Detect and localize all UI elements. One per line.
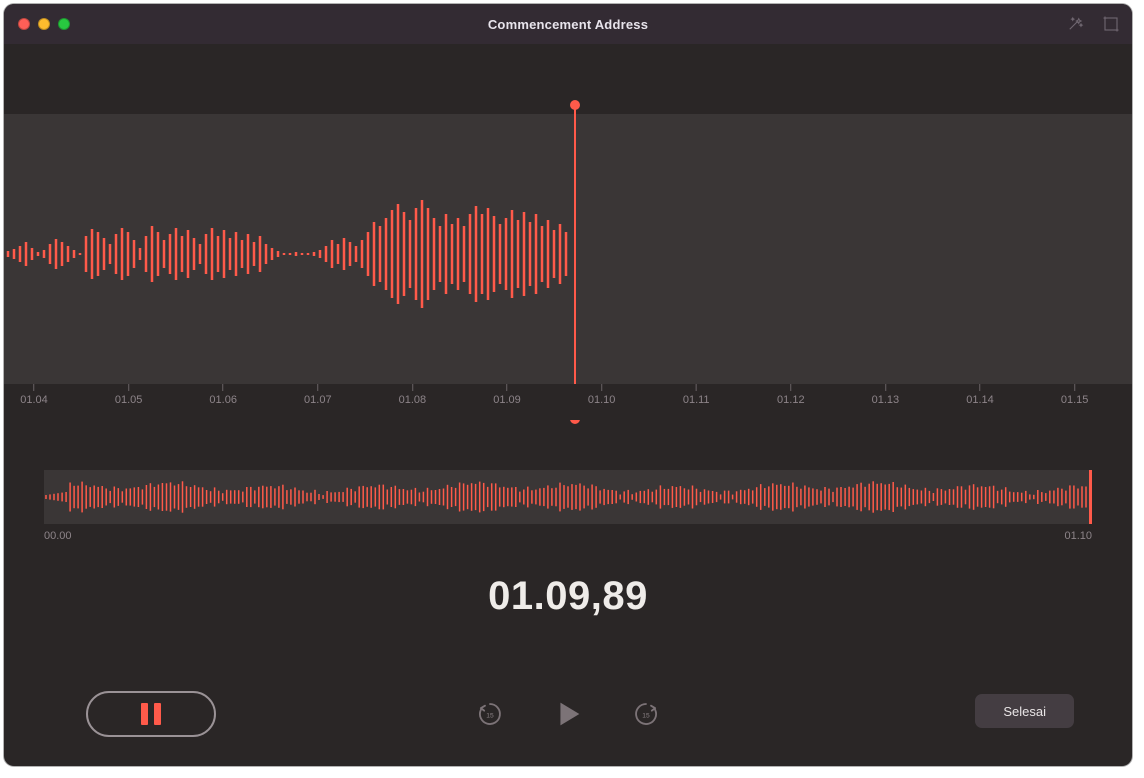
maximize-button[interactable] bbox=[58, 18, 70, 30]
current-time: 01.09,89 bbox=[4, 574, 1132, 619]
enhance-icon[interactable] bbox=[1064, 13, 1086, 35]
timeline-ruler[interactable]: 01.04 01.05 01.06 01.07 01.08 01.09 01.10 01.11… bbox=[4, 384, 1132, 420]
ruler-tick: 01.05 bbox=[115, 384, 143, 406]
ruler-tick: 01.12 bbox=[777, 384, 805, 406]
close-button[interactable] bbox=[18, 18, 30, 30]
app-window: Commencement Address bbox=[4, 4, 1132, 766]
controls-bar: 15 15 Selesai bbox=[4, 684, 1132, 744]
overview-cursor[interactable] bbox=[1089, 470, 1092, 524]
skip-back-button[interactable]: 15 bbox=[472, 696, 508, 732]
titlebar: Commencement Address bbox=[4, 4, 1132, 44]
play-button[interactable] bbox=[546, 692, 590, 736]
done-button[interactable]: Selesai bbox=[975, 694, 1074, 728]
overview-start-label: 00.00 bbox=[44, 530, 72, 542]
ruler-tick: 01.10 bbox=[588, 384, 616, 406]
skip-forward-button[interactable]: 15 bbox=[628, 696, 664, 732]
ruler-tick: 01.08 bbox=[399, 384, 427, 406]
pause-record-button[interactable] bbox=[86, 691, 216, 737]
ruler-tick: 01.09 bbox=[493, 384, 521, 406]
skip-back-seconds: 15 bbox=[486, 712, 494, 719]
trim-icon[interactable] bbox=[1100, 13, 1122, 35]
ruler-tick: 01.14 bbox=[966, 384, 994, 406]
ruler-tick: 01.04 bbox=[20, 384, 48, 406]
overview-waveform[interactable] bbox=[44, 470, 1092, 524]
window-title: Commencement Address bbox=[4, 17, 1132, 32]
ruler-tick: 01.07 bbox=[304, 384, 332, 406]
minimize-button[interactable] bbox=[38, 18, 50, 30]
ruler-tick: 01.11 bbox=[683, 384, 710, 406]
window-controls bbox=[4, 18, 70, 30]
skip-forward-seconds: 15 bbox=[642, 712, 650, 719]
waveform-main[interactable] bbox=[4, 44, 1132, 374]
overview-end-label: 01.10 bbox=[1064, 530, 1092, 542]
pause-icon bbox=[141, 703, 161, 725]
overview-wrap: 00.00 01.10 bbox=[44, 470, 1092, 542]
ruler-tick: 01.13 bbox=[872, 384, 900, 406]
ruler-tick: 01.15 bbox=[1061, 384, 1089, 406]
waveform-recorded bbox=[4, 114, 574, 394]
ruler-tick: 01.06 bbox=[209, 384, 237, 406]
